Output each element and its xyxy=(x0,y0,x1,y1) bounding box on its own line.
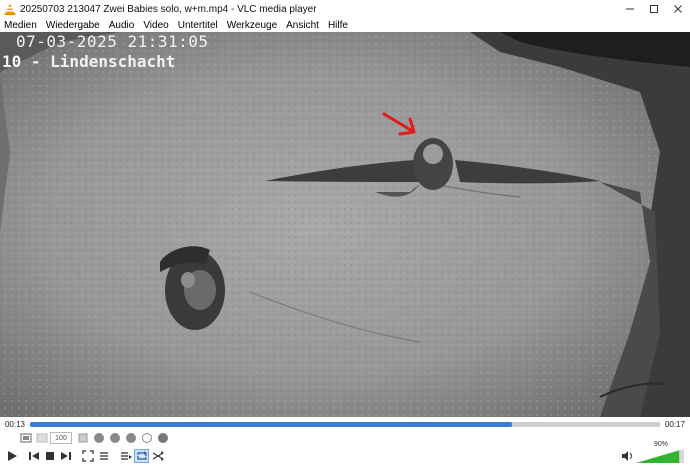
settings-circle-icon[interactable] xyxy=(155,431,170,445)
menu-hilfe[interactable]: Hilfe xyxy=(328,20,348,31)
filter-icon[interactable] xyxy=(107,431,122,445)
menu-bar: Medien Wiedergabe Audio Video Untertitel… xyxy=(0,18,690,32)
speaker-icon[interactable] xyxy=(621,450,633,462)
seek-progress xyxy=(30,421,512,427)
osd-datetime: 07-03-2025 21:31:05 xyxy=(16,32,209,51)
vlc-window: 20250703 213047 Zwei Babies solo, w+m.mp… xyxy=(0,0,690,465)
menu-wiedergabe[interactable]: Wiedergabe xyxy=(46,20,100,31)
menu-ansicht[interactable]: Ansicht xyxy=(286,20,319,31)
maximize-icon[interactable] xyxy=(642,0,666,18)
menu-werkzeuge[interactable]: Werkzeuge xyxy=(227,20,277,31)
video-frame[interactable]: 07-03-2025 21:31:05 10 - Lindenschacht xyxy=(0,32,690,417)
play-icon[interactable] xyxy=(4,449,19,463)
menu-video[interactable]: Video xyxy=(143,20,168,31)
main-controls xyxy=(0,447,690,464)
fullscreen-icon[interactable] xyxy=(80,449,95,463)
menu-medien[interactable]: Medien xyxy=(4,20,37,31)
volume-area: 90% xyxy=(621,441,684,464)
playlist-icon[interactable] xyxy=(118,449,133,463)
extended-settings-icon[interactable] xyxy=(96,449,111,463)
loop-icon[interactable] xyxy=(134,448,149,463)
window-title: 20250703 213047 Zwei Babies solo, w+m.mp… xyxy=(20,3,317,15)
speed-field[interactable]: 100 xyxy=(50,432,72,444)
record-disabled-icon[interactable] xyxy=(34,431,49,445)
seek-row: 00:13 00:17 xyxy=(0,418,690,430)
ab-loop-icon[interactable] xyxy=(75,431,90,445)
volume-slider[interactable] xyxy=(636,448,684,463)
advanced-controls: 100 xyxy=(0,430,690,446)
total-time[interactable]: 00:17 xyxy=(660,420,690,429)
menu-audio[interactable]: Audio xyxy=(109,20,135,31)
menu-untertitel[interactable]: Untertitel xyxy=(178,20,218,31)
close-icon[interactable] xyxy=(666,0,690,18)
video-scene xyxy=(0,32,690,417)
title-bar[interactable]: 20250703 213047 Zwei Babies solo, w+m.mp… xyxy=(0,0,690,18)
seek-slider[interactable] xyxy=(30,421,660,427)
empty-circle-icon[interactable] xyxy=(139,431,154,445)
frame-step-icon[interactable] xyxy=(91,431,106,445)
next-icon[interactable] xyxy=(58,449,73,463)
volume-percent: 90% xyxy=(653,441,668,448)
previous-icon[interactable] xyxy=(26,449,41,463)
osd-camera-label: 10 - Lindenschacht xyxy=(2,52,176,71)
snapshot-icon[interactable] xyxy=(18,431,33,445)
effects-icon[interactable] xyxy=(123,431,138,445)
vlc-cone-icon xyxy=(4,3,16,15)
stop-icon[interactable] xyxy=(42,449,57,463)
minimize-icon[interactable] xyxy=(618,0,642,18)
elapsed-time[interactable]: 00:13 xyxy=(0,420,30,429)
shuffle-icon[interactable] xyxy=(150,449,165,463)
